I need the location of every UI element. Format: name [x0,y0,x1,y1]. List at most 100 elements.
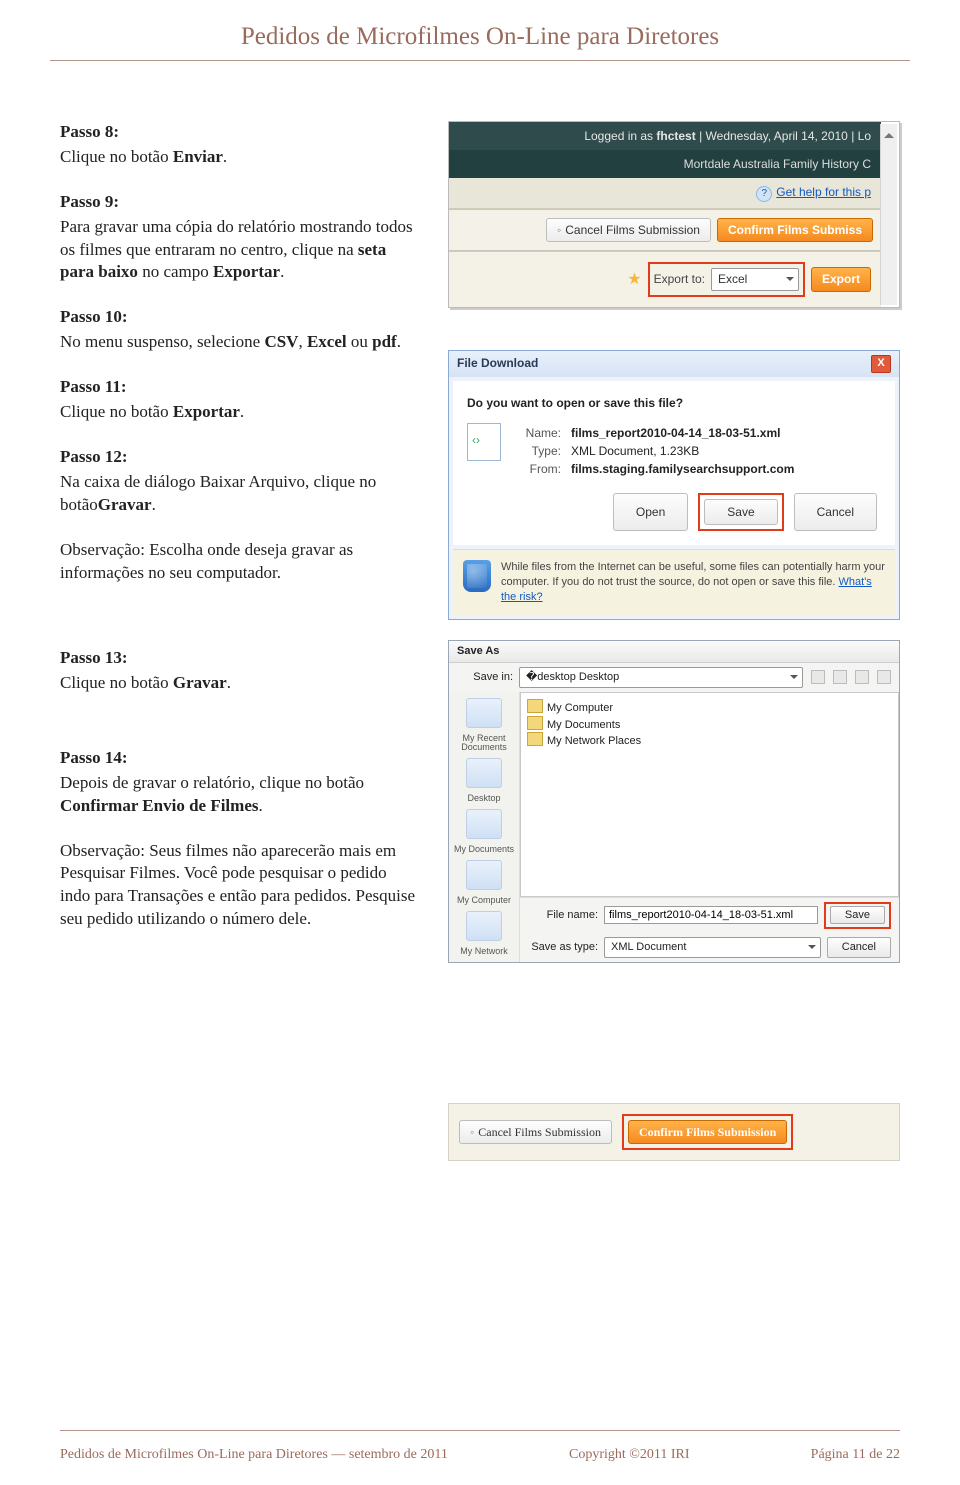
place-network-icon[interactable] [466,911,502,941]
file-name-input[interactable] [604,906,818,924]
cancel-button[interactable]: Cancel [794,493,877,531]
step-10-b3: pdf [372,332,397,351]
open-button[interactable]: Open [613,493,688,531]
step-9-mid: no campo [138,262,213,281]
file-list-pane[interactable]: My Computer My Documents My Network Plac… [520,692,899,897]
save-in-label: Save in: [457,670,513,685]
step-14-title: Passo 14: [60,747,420,770]
step-11: Passo 11: Clique no botão Exportar. [60,376,420,424]
step-12-title: Passo 12: [60,446,420,469]
step-8-bold: Enviar [173,147,223,166]
step-9-b2: Exportar [213,262,280,281]
list-item[interactable]: My Network Places [527,732,892,749]
save-in-select[interactable]: �desktop Desktop [519,667,803,688]
step-12-b1: Gravar [98,495,152,514]
file-type-select[interactable]: XML Document [604,937,821,958]
note-a-lead: Observação: [60,540,145,559]
login-tail: | Lo [848,129,871,143]
save-as-title: Save As [449,641,899,663]
place-docs-icon[interactable] [466,809,502,839]
step-11-b1: Exportar [173,402,240,421]
nav-views-icon[interactable] [877,670,891,684]
scrollbar[interactable] [880,124,897,305]
step-14-tail: . [258,796,262,815]
place-docs-label: My Documents [454,845,514,854]
cancel-films-button-2[interactable]: ◦Cancel Films Submission [459,1120,612,1144]
cancel-films-button[interactable]: ◦Cancel Films Submission [546,218,711,242]
confirm-highlight: Confirm Films Submission [622,1114,793,1150]
step-9-title: Passo 9: [60,191,420,214]
close-icon[interactable]: X [871,355,891,373]
help-icon: ? [756,186,772,202]
saveas-cancel-button[interactable]: Cancel [827,937,891,958]
step-10-t1: No menu suspenso, selecione [60,332,264,351]
page-footer: Pedidos de Microfilmes On-Line para Dire… [60,1446,900,1465]
shield-icon [463,560,491,592]
logged-in-prefix: Logged in as [584,129,656,143]
export-select[interactable]: Excel [711,268,799,290]
step-10-tail: . [397,332,401,351]
instruction-column: Passo 8: Clique no botão Enviar. Passo 9… [60,121,420,1161]
dialog-title: File Download [457,355,538,371]
step-8-title: Passo 8: [60,121,420,144]
step-10-b2: Excel [307,332,347,351]
name-value: films_report2010-04-14_18-03-51.xml [571,425,780,441]
file-download-dialog: File Download X Do you want to open or s… [448,350,900,620]
header-login-bar: Logged in as fhctest | Wednesday, April … [449,122,881,150]
list-item[interactable]: My Documents [527,716,892,733]
save-btn-highlight: Save [824,902,891,929]
export-row: ★ Export to: Excel Export [449,252,881,306]
confirm-films-button[interactable]: Confirm Films Submiss [717,218,873,242]
file-type-icon [467,423,501,461]
login-sep: | [696,129,706,143]
footer-rule [60,1430,900,1431]
type-value: XML Document, 1.23KB [571,443,699,459]
note-b: Observação: Seus filmes não aparecerão m… [60,840,420,932]
header-center-name: Mortdale Australia Family History C [449,150,881,178]
place-computer-icon[interactable] [466,860,502,890]
step-9-tail: . [280,262,284,281]
save-highlight: Save [698,493,783,531]
logged-in-user: fhctest [656,129,695,143]
step-10-t3: ou [347,332,373,351]
step-8-tail: . [223,147,227,166]
footer-center: Copyright ©2011 IRI [569,1446,690,1465]
file-name-label: File name: [528,908,598,923]
step-10-title: Passo 10: [60,306,420,329]
place-desktop-icon[interactable] [466,758,502,788]
place-recent-icon[interactable] [466,698,502,728]
step-13: Passo 13: Clique no botão Gravar. [60,647,420,695]
file-type-label: Save as type: [528,940,598,955]
login-date: Wednesday, April 14, 2010 [706,129,848,143]
help-link[interactable]: Get help for this p [776,185,871,199]
step-10: Passo 10: No menu suspenso, selecione CS… [60,306,420,354]
step-13-b1: Gravar [173,673,227,692]
place-desktop-label: Desktop [467,794,500,803]
confirm-films-button-2[interactable]: Confirm Films Submission [628,1120,787,1144]
step-13-title: Passo 13: [60,647,420,670]
from-value: films.staging.familysearchsupport.com [571,461,794,477]
doc-header-title: Pedidos de Microfilmes On-Line para Dire… [60,20,900,54]
name-key: Name: [513,425,561,441]
step-10-t2: , [298,332,307,351]
step-14: Passo 14: Depois de gravar o relatório, … [60,747,420,818]
nav-new-folder-icon[interactable] [855,670,869,684]
place-computer-label: My Computer [457,896,511,905]
list-item[interactable]: My Computer [527,699,892,716]
place-network-label: My Network [460,947,508,956]
export-highlight: Export to: Excel [648,262,805,296]
step-11-t1: Clique no botão [60,402,173,421]
save-in-value: Desktop [579,671,619,683]
step-13-tail: . [227,673,231,692]
step-11-title: Passo 11: [60,376,420,399]
cancel-films-label: Cancel Films Submission [565,222,700,238]
export-button[interactable]: Export [811,267,871,291]
places-sidebar: My Recent Documents Desktop My Documents… [449,692,520,962]
nav-back-icon[interactable] [811,670,825,684]
saveas-save-button[interactable]: Save [830,906,885,924]
nav-up-icon[interactable] [833,670,847,684]
type-key: Type: [513,443,561,459]
warning-text: While files from the Internet can be use… [501,561,885,588]
screenshot-confirm-bar: ◦Cancel Films Submission Confirm Films S… [448,1103,900,1161]
save-button[interactable]: Save [704,499,777,525]
